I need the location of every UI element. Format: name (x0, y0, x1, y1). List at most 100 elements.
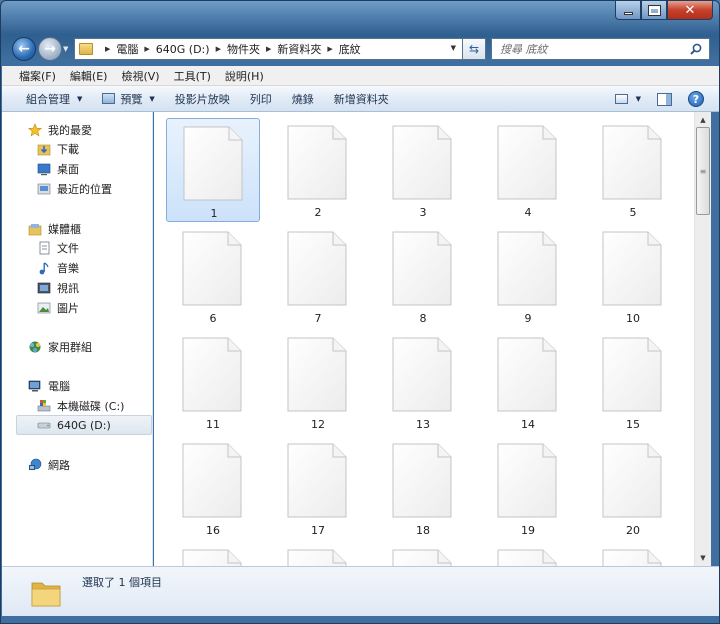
search-placeholder: 搜尋 底紋 (500, 43, 548, 56)
menu-view[interactable]: 檢視(V) (121, 68, 159, 84)
file-item[interactable] (586, 542, 680, 566)
breadcrumb-item[interactable]: 電腦 (116, 41, 138, 57)
file-name: 8 (419, 312, 427, 325)
tree-item-pictures[interactable]: 圖片 (37, 298, 79, 318)
scroll-down-icon[interactable]: ▼ (695, 550, 711, 566)
close-button[interactable]: ✕ (667, 1, 713, 20)
slideshow-button[interactable]: 投影片放映 (175, 91, 230, 107)
burn-button[interactable]: 燒錄 (292, 91, 314, 107)
breadcrumb-item[interactable]: 新資料夾 (277, 41, 321, 57)
menu-edit[interactable]: 編輯(E) (70, 68, 108, 84)
file-item[interactable]: 4 (481, 118, 575, 222)
file-item[interactable]: 15 (586, 330, 680, 434)
recent-pages-dropdown[interactable]: ▼ (63, 45, 68, 53)
tree-libraries[interactable]: 媒體櫃 (28, 219, 81, 239)
file-item[interactable]: 2 (271, 118, 365, 222)
chevron-right-icon[interactable]: ▶ (266, 45, 271, 53)
chevron-right-icon[interactable]: ▶ (144, 45, 149, 53)
file-item[interactable]: 18 (376, 436, 470, 540)
blank-file-icon (287, 549, 347, 566)
forward-button[interactable]: → (38, 37, 62, 61)
menu-help[interactable]: 說明(H) (225, 68, 264, 84)
back-button[interactable]: ← (12, 37, 36, 61)
chevron-right-icon[interactable]: ▶ (216, 45, 221, 53)
tree-label: 電腦 (48, 380, 70, 393)
file-item[interactable]: 20 (586, 436, 680, 540)
tree-item-drive-d[interactable]: 640G (D:) (16, 415, 152, 435)
chevron-down-icon: ▼ (77, 94, 83, 103)
file-item[interactable]: 8 (376, 224, 470, 328)
maximize-icon (647, 4, 661, 16)
change-view-icon[interactable] (614, 94, 628, 104)
tree-item-videos[interactable]: 視訊 (37, 278, 79, 298)
tree-network[interactable]: 網路 (28, 455, 70, 475)
file-item[interactable]: 7 (271, 224, 365, 328)
menu-tools[interactable]: 工具(T) (174, 68, 211, 84)
address-bar[interactable]: ▶ 電腦 ▶ 640G (D:) ▶ 物件夾 ▶ 新資料夾 ▶ 底紋 ▼ (74, 38, 463, 60)
file-name: 16 (206, 524, 220, 537)
tree-item-music[interactable]: 音樂 (37, 258, 79, 278)
file-item[interactable]: 13 (376, 330, 470, 434)
file-item[interactable]: 16 (166, 436, 260, 540)
network-icon (29, 458, 42, 470)
file-item[interactable]: 19 (481, 436, 575, 540)
file-item[interactable]: 17 (271, 436, 365, 540)
new-folder-button[interactable]: 新增資料夾 (334, 91, 389, 107)
breadcrumb-item[interactable]: 物件夾 (227, 41, 260, 57)
file-item[interactable]: 10 (586, 224, 680, 328)
file-item[interactable]: 14 (481, 330, 575, 434)
navigation-pane: 我的最愛 下載 桌面 最近的位置 媒體櫃 文件 音樂 視訊 圖片 家用群組 電腦… (2, 112, 153, 566)
scroll-thumb[interactable]: ≡ (696, 127, 710, 215)
file-name: 17 (311, 524, 325, 537)
file-item[interactable]: 5 (586, 118, 680, 222)
tree-label: 最近的位置 (57, 183, 112, 196)
file-item[interactable]: 9 (481, 224, 575, 328)
blank-file-icon (602, 549, 662, 566)
file-item[interactable] (166, 542, 260, 566)
tree-label: 桌面 (57, 163, 79, 176)
file-name: 13 (416, 418, 430, 431)
scroll-up-icon[interactable]: ▲ (695, 112, 711, 128)
organize-button[interactable]: 組合管理 ▼ (26, 91, 82, 107)
tree-item-documents[interactable]: 文件 (37, 238, 79, 258)
tree-item-recent[interactable]: 最近的位置 (37, 179, 112, 199)
tree-label: 家用群組 (48, 341, 92, 354)
print-button[interactable]: 列印 (250, 91, 272, 107)
chevron-right-icon[interactable]: ▶ (327, 45, 332, 53)
close-icon: ✕ (684, 2, 696, 18)
file-item[interactable]: 1 (166, 118, 260, 222)
search-icon[interactable] (690, 43, 702, 55)
file-item[interactable] (271, 542, 365, 566)
title-bar[interactable]: ✕ (1, 1, 719, 31)
views-dropdown-icon[interactable]: ▼ (636, 95, 641, 103)
tree-item-drive-c[interactable]: 本機磁碟 (C:) (37, 396, 124, 416)
address-dropdown-icon[interactable]: ▼ (451, 44, 456, 52)
tree-item-downloads[interactable]: 下載 (37, 139, 79, 159)
tree-item-desktop[interactable]: 桌面 (37, 159, 79, 179)
file-item[interactable]: 3 (376, 118, 470, 222)
file-item[interactable] (481, 542, 575, 566)
tree-homegroup[interactable]: 家用群組 (28, 337, 92, 357)
search-input[interactable]: 搜尋 底紋 (491, 38, 710, 60)
homegroup-icon (29, 341, 41, 353)
minimize-button[interactable] (615, 1, 641, 20)
refresh-button[interactable]: ⇆ (463, 38, 486, 60)
blank-file-icon (602, 125, 662, 200)
maximize-button[interactable] (641, 1, 667, 20)
tree-label: 圖片 (57, 302, 79, 315)
breadcrumb-item[interactable]: 640G (D:) (156, 43, 210, 56)
refresh-icon: ⇆ (468, 42, 480, 56)
file-item[interactable]: 11 (166, 330, 260, 434)
preview-pane-icon[interactable] (657, 92, 672, 106)
help-icon[interactable]: ? (688, 91, 704, 107)
file-item[interactable]: 12 (271, 330, 365, 434)
chevron-right-icon[interactable]: ▶ (105, 45, 110, 53)
tree-favorites[interactable]: 我的最愛 (28, 120, 92, 140)
tree-computer[interactable]: 電腦 (28, 376, 70, 396)
file-item[interactable] (376, 542, 470, 566)
file-item[interactable]: 6 (166, 224, 260, 328)
vertical-scrollbar[interactable]: ▲ ≡ ▼ (694, 112, 711, 566)
breadcrumb-item[interactable]: 底紋 (339, 41, 361, 57)
menu-file[interactable]: 檔案(F) (19, 68, 56, 84)
preview-button[interactable]: 預覽 ▼ (102, 91, 155, 107)
